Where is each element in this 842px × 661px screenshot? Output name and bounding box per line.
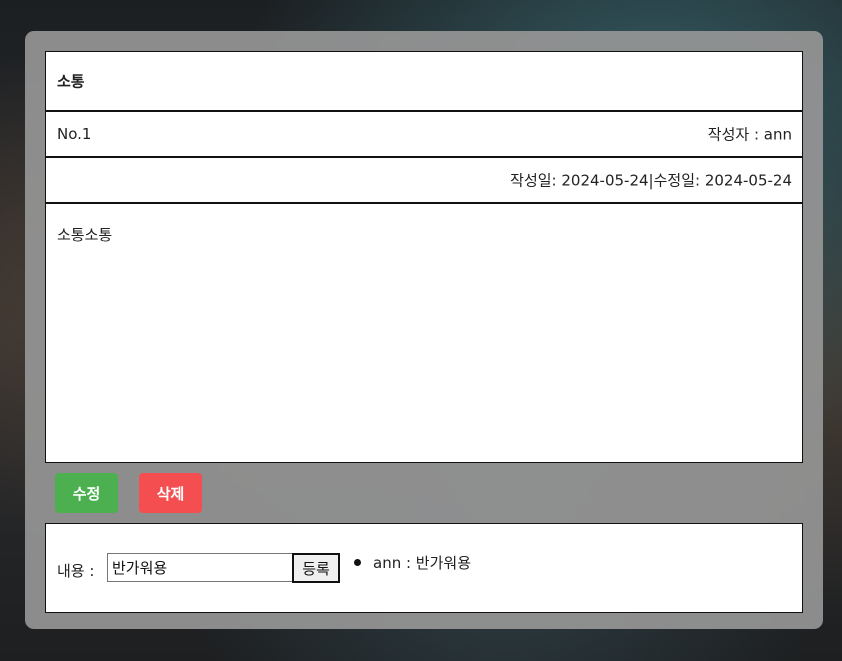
comment-submit-button[interactable]: 등록: [292, 553, 340, 583]
edit-button[interactable]: 수정: [55, 473, 118, 513]
post-author: 작성자 : ann: [707, 125, 792, 144]
post-content-box: 소통소통: [45, 202, 803, 463]
post-content: 소통소통: [57, 226, 113, 244]
comment-text: ann : 반가워용: [373, 554, 471, 572]
comment-list: ann : 반가워용: [354, 552, 471, 573]
post-panel: 소통 No.1 작성자 : ann 작성일: 2024-05-24|수정일: 2…: [25, 31, 823, 629]
delete-button[interactable]: 삭제: [139, 473, 202, 513]
post-dates: 작성일: 2024-05-24|수정일: 2024-05-24: [510, 171, 792, 190]
post-number: No.1: [57, 125, 92, 143]
bullet-icon: [354, 559, 361, 566]
comment-input[interactable]: [107, 553, 293, 582]
comment-label: 내용 :: [57, 562, 95, 580]
post-title-box: 소통: [45, 51, 803, 111]
comment-item: ann : 반가워용: [354, 552, 471, 573]
comment-section: 내용 : 등록 ann : 반가워용: [45, 523, 803, 613]
post-dates-row: 작성일: 2024-05-24|수정일: 2024-05-24: [45, 156, 803, 203]
post-meta-row: No.1 작성자 : ann: [45, 110, 803, 157]
post-title: 소통: [57, 72, 85, 91]
